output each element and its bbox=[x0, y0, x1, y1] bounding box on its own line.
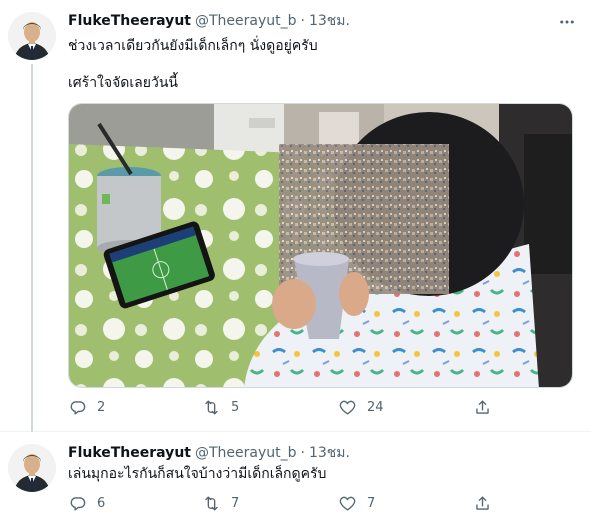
timestamp[interactable]: 13ชม. bbox=[309, 12, 350, 30]
tweet-header: FlukeTheerayut @Theerayut_b · 13ชม. bbox=[68, 444, 350, 462]
reply-button[interactable]: 2 bbox=[68, 398, 105, 417]
share-button[interactable] bbox=[473, 494, 492, 513]
tweet-text-line: ช่วงเวลาเดียวกันยังมีเด็กเล็กๆ นั่งดูอยู… bbox=[68, 38, 318, 54]
retweet-count: 5 bbox=[231, 400, 240, 415]
like-count: 24 bbox=[367, 400, 384, 415]
reply-icon bbox=[70, 497, 86, 511]
user-handle[interactable]: @Theerayut_b bbox=[195, 12, 297, 30]
share-button[interactable] bbox=[473, 398, 492, 417]
separator: · bbox=[300, 13, 305, 29]
display-name[interactable]: FlukeTheerayut bbox=[68, 444, 191, 462]
tweet[interactable]: FlukeTheerayut @Theerayut_b · 13ชม. ช่วง… bbox=[0, 0, 591, 432]
avatar[interactable] bbox=[8, 444, 56, 492]
tweet[interactable]: FlukeTheerayut @Theerayut_b · 13ชม. เล่น… bbox=[0, 432, 591, 524]
more-horizontal-icon[interactable] bbox=[557, 12, 577, 32]
thread-line bbox=[31, 64, 33, 432]
like-button[interactable]: 24 bbox=[338, 398, 384, 417]
retweet-button[interactable]: 7 bbox=[202, 494, 239, 513]
avatar[interactable] bbox=[8, 12, 56, 60]
reply-icon bbox=[70, 401, 86, 415]
separator: · bbox=[300, 445, 305, 461]
reply-count: 6 bbox=[97, 496, 106, 511]
tweet-photo[interactable] bbox=[68, 103, 573, 388]
tweet-text-line: เศร้าใจจัดเลยวันนี้ bbox=[68, 75, 178, 91]
display-name[interactable]: FlukeTheerayut bbox=[68, 12, 191, 30]
reply-count: 2 bbox=[97, 400, 106, 415]
retweet-icon bbox=[205, 400, 218, 415]
retweet-icon bbox=[205, 496, 218, 511]
like-icon bbox=[339, 400, 356, 415]
retweet-count: 7 bbox=[231, 496, 240, 511]
tweet-header: FlukeTheerayut @Theerayut_b · 13ชม. bbox=[68, 12, 350, 30]
share-icon bbox=[476, 496, 489, 510]
share-icon bbox=[476, 400, 489, 414]
reply-button[interactable]: 6 bbox=[68, 494, 105, 513]
like-count: 7 bbox=[367, 496, 376, 511]
retweet-button[interactable]: 5 bbox=[202, 398, 239, 417]
like-icon bbox=[339, 496, 356, 511]
tweet-text-line: เล่นมุกอะไรกันก็สนใจบ้างว่ามีเด็กเล็กดูค… bbox=[68, 466, 327, 482]
user-handle[interactable]: @Theerayut_b bbox=[195, 444, 297, 462]
timestamp[interactable]: 13ชม. bbox=[309, 444, 350, 462]
like-button[interactable]: 7 bbox=[338, 494, 375, 513]
